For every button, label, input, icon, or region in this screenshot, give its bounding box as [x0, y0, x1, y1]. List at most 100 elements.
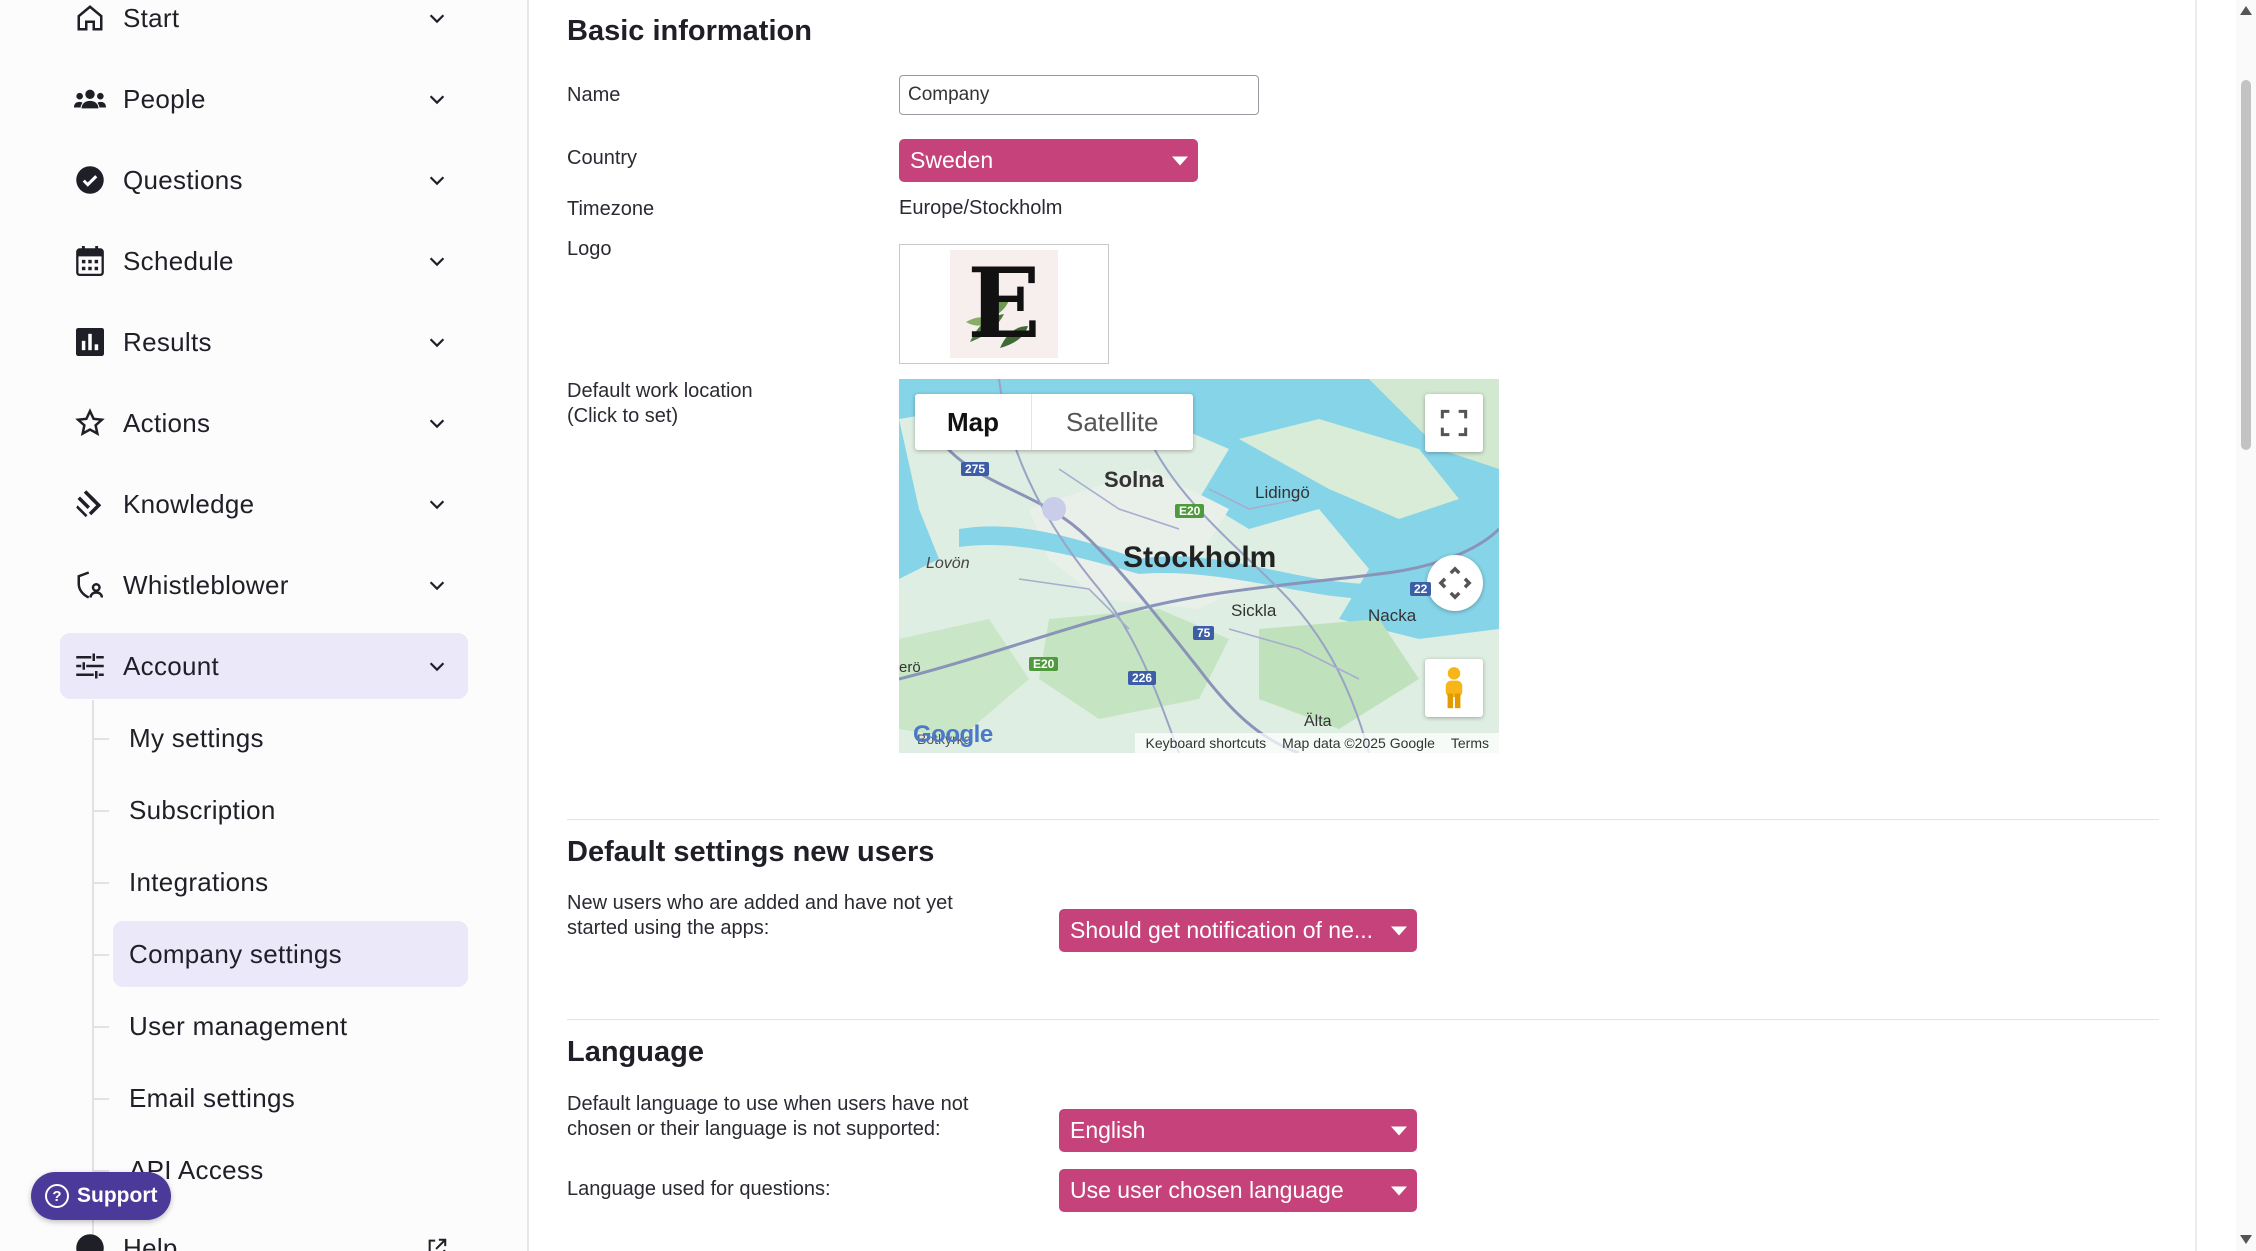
- bar-chart-icon: [74, 326, 106, 358]
- sidebar-item-questions[interactable]: Questions: [60, 147, 468, 213]
- sidebar-item-knowledge[interactable]: Knowledge: [60, 471, 468, 537]
- question-icon: ?: [45, 1184, 69, 1208]
- google-logo: Google: [913, 721, 993, 749]
- map-label-nacka: Nacka: [1368, 606, 1417, 625]
- sidebar-item-label: Start: [123, 2, 180, 33]
- questions-language-label: Language used for questions:: [567, 1178, 831, 1200]
- sidebar-subitem-label: User management: [129, 1010, 348, 1041]
- sliders-icon: [74, 650, 106, 682]
- section-divider: [567, 819, 2159, 820]
- sidebar-subitem-label: Email settings: [129, 1082, 296, 1113]
- section-title-basic: Basic information: [567, 15, 812, 47]
- help-icon: [74, 1232, 106, 1251]
- sidebar-item-schedule[interactable]: Schedule: [60, 228, 468, 294]
- support-button[interactable]: ? Support: [31, 1172, 171, 1220]
- sidebar-item-whistleblower[interactable]: Whistleblower: [60, 552, 468, 618]
- scrollbar-thumb[interactable]: [2241, 80, 2251, 450]
- terms-link[interactable]: Terms: [1451, 735, 1489, 751]
- sidebar-item-results[interactable]: Results: [60, 309, 468, 375]
- tree-connector: [93, 1026, 109, 1028]
- sidebar-item-help[interactable]: Help: [60, 1215, 468, 1251]
- country-label: Country: [567, 147, 638, 169]
- map-label-lidingo: Lidingö: [1255, 483, 1310, 502]
- sidebar-subitem-my-settings[interactable]: My settings: [93, 705, 468, 771]
- default-language-select[interactable]: English: [1059, 1109, 1417, 1152]
- sidebar-subitem-company-settings[interactable]: Company settings: [93, 921, 468, 987]
- chevron-down-icon: [429, 14, 445, 24]
- tree-connector: [93, 810, 109, 812]
- knowledge-icon: [74, 488, 106, 520]
- section-title-new-users: Default settings new users: [567, 836, 935, 868]
- map-label-stockholm: Stockholm: [1123, 541, 1277, 574]
- default-language-description: Default language to use when users have …: [567, 1092, 968, 1142]
- chevron-down-icon: [429, 662, 445, 672]
- sidebar-item-start[interactable]: Start: [60, 0, 468, 51]
- caret-down-icon: [1391, 926, 1407, 935]
- fullscreen-button[interactable]: [1425, 394, 1483, 452]
- sidebar-item-label: Questions: [123, 164, 243, 195]
- section-divider: [567, 1019, 2159, 1020]
- google-logo-text: Google: [913, 721, 993, 748]
- map-tab-satellite[interactable]: Satellite: [1032, 394, 1193, 450]
- chevron-down-icon: [429, 581, 445, 591]
- map-label-lovon: Lovön: [926, 555, 970, 572]
- external-link-icon: [428, 1238, 447, 1251]
- sidebar-subitem-integrations[interactable]: Integrations: [93, 849, 468, 915]
- company-name-input[interactable]: [899, 75, 1259, 115]
- chevron-down-icon: [429, 500, 445, 510]
- logo-upload[interactable]: E: [899, 244, 1109, 364]
- new-users-select-value: Should get notification of ne...: [1070, 917, 1374, 943]
- shield-person-icon: [74, 569, 106, 601]
- road-shield-e20-south: E20: [1029, 657, 1059, 671]
- tree-connector: [93, 738, 109, 740]
- map-pan-control[interactable]: [1427, 555, 1483, 611]
- sidebar-item-label: Results: [123, 326, 212, 357]
- scroll-down-arrow-icon[interactable]: [2240, 1235, 2252, 1244]
- road-shield-75: 75: [1193, 626, 1215, 640]
- street-view-pegman[interactable]: [1425, 659, 1483, 717]
- sidebar-item-label: Account: [123, 650, 220, 681]
- sidebar-subitem-label: Subscription: [129, 794, 276, 825]
- new-users-description: New users who are added and have not yet…: [567, 891, 953, 941]
- sidebar-item-label: Help: [123, 1232, 178, 1251]
- map-label-alta: Älta: [1304, 713, 1332, 730]
- check-circle-icon: [74, 164, 106, 196]
- location-label-line-1: Default work location: [567, 380, 753, 402]
- map-tab-map[interactable]: Map: [915, 394, 1032, 450]
- map-type-toggle: Map Satellite: [915, 394, 1193, 450]
- default-language-value: English: [1070, 1117, 1146, 1143]
- sidebar-item-label: Knowledge: [123, 488, 255, 519]
- page-scrollbar[interactable]: [2236, 0, 2256, 1251]
- chevron-down-icon: [429, 176, 445, 186]
- sidebar-subitem-subscription[interactable]: Subscription: [93, 777, 468, 843]
- name-label: Name: [567, 84, 621, 106]
- sidebar-item-people[interactable]: People: [60, 66, 468, 132]
- questions-language-select[interactable]: Use user chosen language: [1059, 1169, 1417, 1212]
- sidebar: Start People Questions Schedule Results: [0, 0, 529, 1251]
- sidebar-subitem-email-settings[interactable]: Email settings: [93, 1065, 468, 1131]
- road-shield-22: 22: [1410, 582, 1432, 596]
- road-shield-226: 226: [1128, 671, 1157, 685]
- calendar-icon: [74, 245, 106, 277]
- country-select-value: Sweden: [910, 147, 994, 173]
- subtree-line: [92, 700, 94, 1251]
- support-label: Support: [77, 1184, 158, 1207]
- location-label-line-2: (Click to set): [567, 405, 679, 427]
- caret-down-icon: [1391, 1186, 1407, 1195]
- scroll-up-arrow-icon[interactable]: [2240, 6, 2252, 15]
- new-users-notification-select[interactable]: Should get notification of ne...: [1059, 909, 1417, 952]
- home-icon: [74, 2, 106, 34]
- work-location-map[interactable]: Map Satellite Solna Lidingö Stockholm Lo…: [899, 379, 1499, 753]
- country-select[interactable]: Sweden: [899, 139, 1198, 182]
- sidebar-subitem-label: Integrations: [129, 866, 269, 897]
- map-footer: Keyboard shortcuts Map data ©2025 Google…: [1135, 733, 1499, 753]
- questions-language-value: Use user chosen language: [1070, 1177, 1344, 1203]
- pegman-icon: [1445, 667, 1463, 709]
- logo-letter: E: [967, 247, 1041, 360]
- sidebar-item-account[interactable]: Account: [60, 633, 468, 699]
- sidebar-item-actions[interactable]: Actions: [60, 390, 468, 456]
- sidebar-subitem-user-management[interactable]: User management: [93, 993, 468, 1059]
- keyboard-shortcuts-link[interactable]: Keyboard shortcuts: [1145, 735, 1266, 751]
- content-right-border: [2195, 0, 2197, 1251]
- default-language-desc-line-1: Default language to use when users have …: [567, 1093, 969, 1115]
